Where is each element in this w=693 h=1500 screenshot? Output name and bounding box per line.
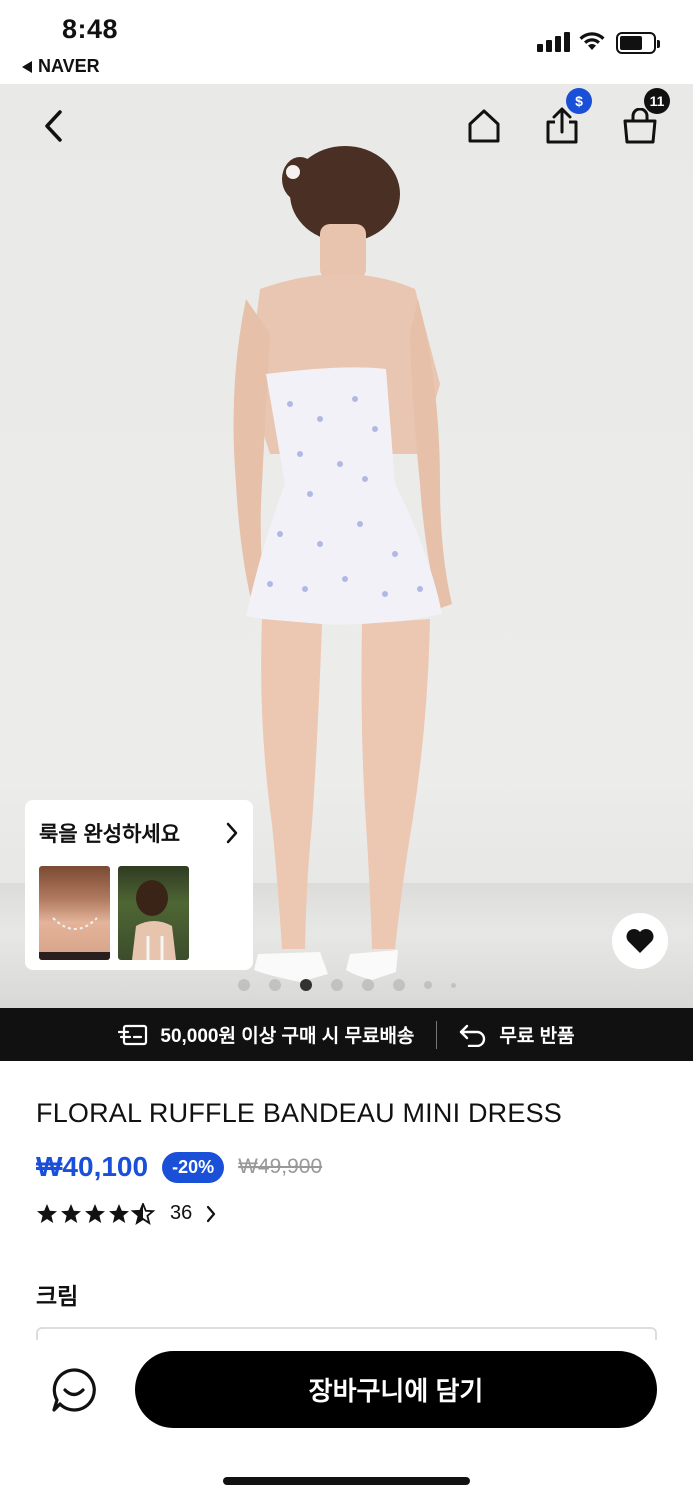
chat-icon	[52, 1368, 96, 1412]
free-shipping-text: 50,000원 이상 구매 시 무료배송	[160, 1026, 415, 1047]
wifi-icon	[578, 30, 606, 57]
cellular-signal-icon	[537, 32, 570, 52]
wishlist-button[interactable]	[612, 913, 668, 969]
home-indicator[interactable]	[223, 1477, 470, 1485]
delivery-icon	[118, 1024, 148, 1045]
home-button[interactable]	[460, 102, 508, 150]
heart-icon	[626, 929, 654, 953]
chevron-right-icon	[207, 1205, 216, 1222]
back-app-label: NAVER	[38, 56, 100, 76]
price-row: ₩40,100 -20% ₩49,900	[36, 1151, 322, 1183]
back-button[interactable]	[32, 104, 76, 148]
carousel-dot	[450, 982, 456, 988]
back-to-app-link[interactable]: NAVER	[22, 56, 100, 77]
chevron-right-icon	[226, 822, 238, 844]
carousel-dot	[423, 981, 432, 989]
carousel-dot	[330, 979, 343, 991]
banner-divider	[436, 1020, 438, 1049]
star-rating-icon	[37, 1202, 154, 1224]
add-to-cart-button[interactable]: 장바구니에 담기	[135, 1351, 657, 1428]
carousel-dot	[237, 979, 250, 991]
discount-badge: -20%	[162, 1151, 225, 1183]
home-icon	[468, 109, 500, 143]
status-time: 8:48	[62, 14, 119, 44]
return-icon	[460, 1024, 486, 1047]
review-count: 36	[170, 1202, 193, 1224]
back-triangle-icon	[22, 60, 32, 73]
carousel-dot-active	[299, 979, 312, 991]
carousel-pagination	[0, 979, 693, 991]
rating-row[interactable]: 36	[36, 1202, 218, 1225]
share-button[interactable]: $	[538, 88, 592, 150]
selected-color-label: 크림	[36, 1283, 79, 1309]
original-price: ₩49,900	[238, 1155, 323, 1178]
battery-icon	[616, 32, 660, 54]
carousel-dot	[392, 979, 405, 991]
cart-button[interactable]: 11	[616, 88, 670, 150]
chat-button[interactable]	[50, 1366, 98, 1414]
shipping-banner: 50,000원 이상 구매 시 무료배송 무료 반품	[0, 1008, 693, 1061]
carousel-dot	[361, 979, 374, 991]
carousel-dot	[268, 979, 281, 991]
look-thumbnail-necklace[interactable]	[39, 866, 110, 960]
sale-price: ₩40,100	[36, 1151, 149, 1182]
cart-count-badge: 11	[644, 88, 670, 114]
look-thumbnail-model[interactable]	[118, 866, 189, 960]
chevron-left-icon	[45, 110, 62, 142]
complete-the-look-card[interactable]: 룩을 완성하세요	[25, 800, 253, 970]
free-return-text: 무료 반품	[499, 1026, 575, 1047]
share-reward-badge: $	[566, 88, 592, 114]
product-title: FLORAL RUFFLE BANDEAU MINI DRESS	[36, 1098, 562, 1128]
status-bar: 8:48 NAVER	[0, 0, 693, 84]
look-card-title: 룩을 완성하세요	[39, 823, 181, 846]
